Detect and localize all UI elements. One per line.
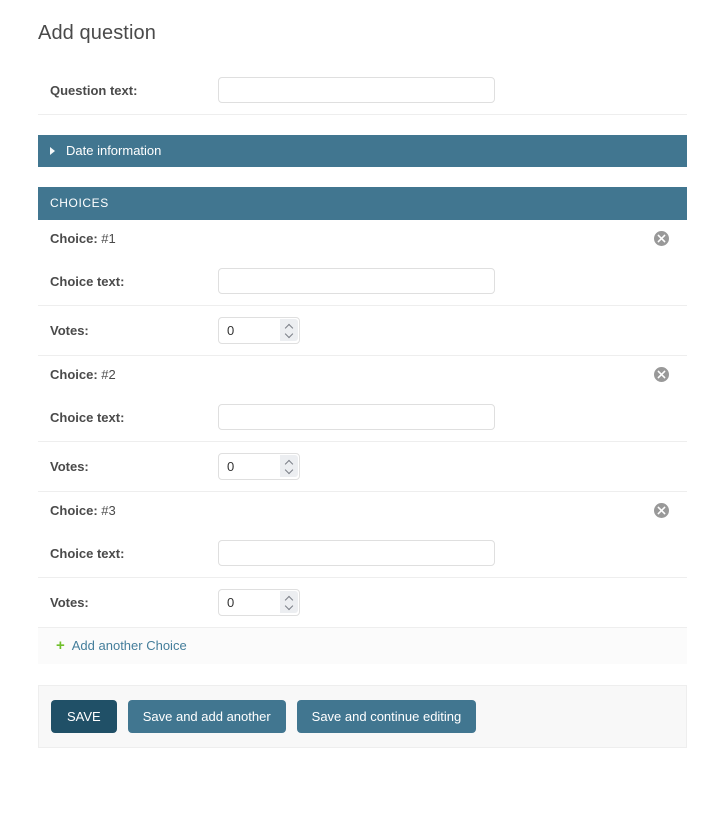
votes-spinner-1[interactable] xyxy=(280,319,298,341)
delete-circle-x-icon[interactable] xyxy=(654,503,669,518)
question-fieldset: Question text: xyxy=(38,66,687,115)
inline-title-choice-3: Choice: #3 xyxy=(50,503,116,518)
save-and-continue-editing-button[interactable]: Save and continue editing xyxy=(297,700,477,733)
delete-circle-x-icon[interactable] xyxy=(654,231,669,246)
choice-text-input-3[interactable] xyxy=(218,540,495,566)
inline-item-choice-3: Choice: #3 Choice text: Votes: xyxy=(38,491,687,627)
choices-heading: CHOICES xyxy=(38,187,687,220)
save-button[interactable]: SAVE xyxy=(51,700,117,733)
choice-text-input-1[interactable] xyxy=(218,268,495,294)
choice-text-label: Choice text: xyxy=(50,410,218,425)
chevron-down-icon[interactable] xyxy=(286,467,293,471)
chevron-up-icon[interactable] xyxy=(286,597,293,601)
inline-title-prefix: Choice: xyxy=(50,503,98,518)
inline-title-choice-2: Choice: #2 xyxy=(50,367,116,382)
chevron-up-icon[interactable] xyxy=(286,325,293,329)
choice-text-label: Choice text: xyxy=(50,274,218,289)
inline-title-number: #2 xyxy=(101,367,115,382)
inline-title-row: Choice: #1 xyxy=(38,220,687,257)
question-text-input[interactable] xyxy=(218,77,495,103)
inline-title-prefix: Choice: xyxy=(50,231,98,246)
choice-text-input-2[interactable] xyxy=(218,404,495,430)
page-title: Add question xyxy=(0,0,727,45)
form-row-choice-text-2: Choice text: xyxy=(38,393,687,442)
inline-title-prefix: Choice: xyxy=(50,367,98,382)
votes-spinner-3[interactable] xyxy=(280,591,298,613)
form-row-choice-text-3: Choice text: xyxy=(38,529,687,578)
submit-row: SAVE Save and add another Save and conti… xyxy=(38,685,687,748)
votes-stepper-3 xyxy=(218,589,300,616)
save-and-add-another-button[interactable]: Save and add another xyxy=(128,700,286,733)
date-information-label: Date information xyxy=(66,143,161,158)
inline-item-choice-2: Choice: #2 Choice text: Votes: xyxy=(38,355,687,491)
votes-label: Votes: xyxy=(50,459,218,474)
inline-title-choice-1: Choice: #1 xyxy=(50,231,116,246)
form-row-votes-2: Votes: xyxy=(38,442,687,491)
triangle-right-icon xyxy=(50,147,55,155)
add-another-choice-link[interactable]: Add another Choice xyxy=(72,638,187,653)
chevron-up-icon[interactable] xyxy=(286,461,293,465)
question-text-label: Question text: xyxy=(50,83,218,98)
inline-title-number: #3 xyxy=(101,503,115,518)
form-row-choice-text-1: Choice text: xyxy=(38,257,687,306)
chevron-down-icon[interactable] xyxy=(286,603,293,607)
votes-stepper-2 xyxy=(218,453,300,480)
inline-item-choice-1: Choice: #1 Choice text: Votes: xyxy=(38,220,687,355)
add-another-choice-row[interactable]: + Add another Choice xyxy=(38,627,687,664)
plus-icon: + xyxy=(56,638,65,653)
votes-label: Votes: xyxy=(50,323,218,338)
form-row-votes-1: Votes: xyxy=(38,306,687,355)
votes-label: Votes: xyxy=(50,595,218,610)
form-row-votes-3: Votes: xyxy=(38,578,687,627)
add-question-page: Add question Question text: Date informa… xyxy=(0,0,727,818)
choices-inline-group: CHOICES Choice: #1 Choice text: Votes: xyxy=(0,187,727,664)
date-information-header[interactable]: Date information xyxy=(38,135,687,167)
inline-title-row: Choice: #2 xyxy=(38,355,687,393)
delete-circle-x-icon[interactable] xyxy=(654,367,669,382)
choice-text-label: Choice text: xyxy=(50,546,218,561)
inline-title-number: #1 xyxy=(101,231,115,246)
form-row-question-text: Question text: xyxy=(38,66,687,115)
votes-stepper-1 xyxy=(218,317,300,344)
chevron-down-icon[interactable] xyxy=(286,331,293,335)
votes-spinner-2[interactable] xyxy=(280,455,298,477)
inline-title-row: Choice: #3 xyxy=(38,491,687,529)
